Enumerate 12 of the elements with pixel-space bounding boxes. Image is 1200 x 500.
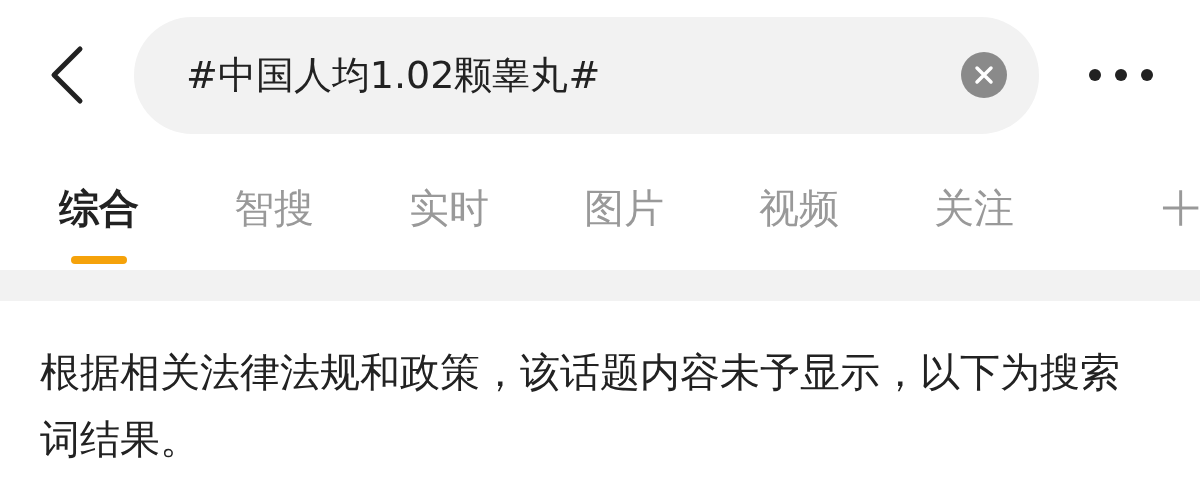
- search-bar[interactable]: #中国人均1.02颗睾丸#: [134, 16, 1039, 134]
- search-field[interactable]: #中国人均1.02颗睾丸#: [184, 52, 961, 98]
- tab[interactable]: 智搜: [186, 150, 362, 264]
- plus-icon[interactable]: [1160, 188, 1200, 228]
- tab[interactable]: 视频: [711, 150, 887, 264]
- clear-icon[interactable]: [961, 52, 1007, 98]
- tab[interactable]: 实时: [361, 150, 537, 264]
- tab[interactable]: 综合: [12, 150, 187, 264]
- notice-text: 根据相关法律法规和政策，该话题内容未予显示，以下为搜索词结果。: [40, 348, 1121, 464]
- tab[interactable]: 图片: [536, 150, 712, 264]
- tab[interactable]: 关注: [886, 150, 1062, 264]
- more-icon[interactable]: [1087, 67, 1155, 83]
